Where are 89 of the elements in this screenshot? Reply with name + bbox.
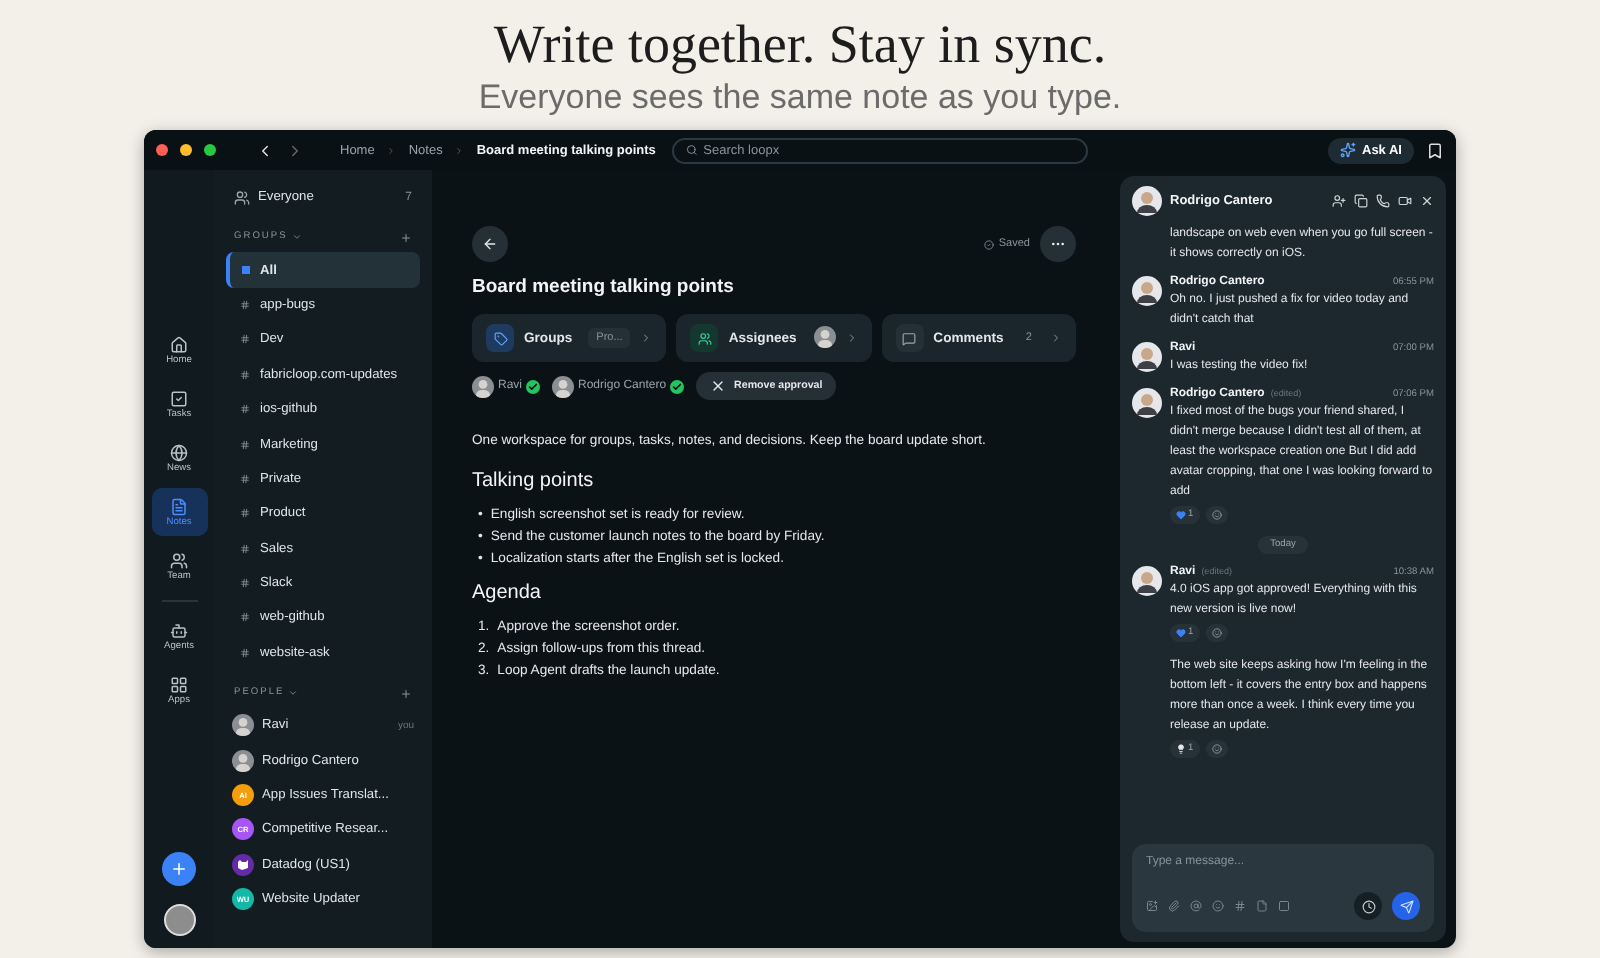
hash-icon <box>240 578 250 589</box>
add-person-icon <box>1332 194 1346 208</box>
hash-icon <box>240 543 250 554</box>
avatar <box>1132 566 1162 596</box>
section-heading: Talking points <box>472 470 596 492</box>
chevron-icon <box>454 145 465 155</box>
add-button[interactable] <box>162 852 196 886</box>
add-reaction-button[interactable] <box>1205 740 1228 758</box>
schedule-button[interactable] <box>1354 892 1382 920</box>
back-icon <box>482 236 498 252</box>
robot-icon <box>170 621 188 639</box>
file-icon <box>1256 900 1268 912</box>
smile-icon <box>1211 510 1222 520</box>
plus-icon <box>400 231 412 244</box>
send-icon <box>1399 899 1413 913</box>
hash-icon <box>240 612 250 623</box>
chevron-icon <box>640 332 653 344</box>
subheadline: Everyone sees the same note as you type. <box>478 78 1122 118</box>
close-icon[interactable] <box>156 144 168 156</box>
check-icon <box>670 379 685 393</box>
close-icon <box>710 378 727 394</box>
paperclip-icon <box>1168 900 1180 912</box>
copy-icon <box>1354 194 1368 208</box>
avatar <box>813 325 836 347</box>
hash-icon <box>240 439 250 450</box>
hash-icon <box>240 473 250 484</box>
add-reaction-button[interactable] <box>1205 624 1228 642</box>
chevron-icon <box>291 232 302 243</box>
avatar <box>552 375 575 397</box>
chevron-icon <box>1049 332 1062 344</box>
hash-icon <box>240 508 250 519</box>
avatar <box>1132 388 1162 418</box>
people-icon <box>697 331 712 345</box>
back-icon <box>256 141 274 159</box>
avatar[interactable] <box>163 904 195 936</box>
note-title: Board meeting talking points <box>472 276 736 298</box>
section-heading: Agenda <box>472 582 543 604</box>
plus-icon <box>170 860 188 878</box>
bookmark-icon <box>1426 141 1444 159</box>
image-icon <box>1146 900 1158 912</box>
avatar <box>1132 186 1162 216</box>
smile-icon <box>1212 900 1224 912</box>
hash-icon <box>240 647 250 658</box>
hash-icon <box>240 404 250 415</box>
back-button[interactable] <box>472 226 508 262</box>
add-reaction-button[interactable] <box>1205 506 1228 524</box>
avatar <box>1132 342 1162 372</box>
checkbox-icon <box>170 389 188 407</box>
heart-icon <box>1176 628 1186 638</box>
sparkle-icon <box>1340 142 1356 158</box>
document-icon <box>170 497 188 515</box>
chevron-icon <box>386 145 397 155</box>
avatar <box>472 375 494 397</box>
grid-icon <box>170 675 188 693</box>
heart-icon <box>1176 510 1186 520</box>
search-icon <box>685 144 698 156</box>
people-icon <box>170 551 188 569</box>
hash-icon <box>240 334 250 345</box>
avatar <box>232 749 254 772</box>
home-icon <box>170 335 188 353</box>
check-circle-icon <box>984 239 995 249</box>
send-button[interactable] <box>1392 892 1420 920</box>
video-icon <box>1398 194 1412 208</box>
lightbulb-icon <box>1176 744 1186 754</box>
headline: Write together. Stay in sync. <box>493 12 1107 76</box>
phone-icon <box>1376 194 1390 208</box>
forward-icon <box>286 141 304 159</box>
people-icon <box>234 189 250 206</box>
hash-icon <box>240 369 250 380</box>
chevron-icon <box>288 688 299 699</box>
avatar <box>1132 276 1162 306</box>
plus-icon <box>400 687 412 700</box>
hash-icon <box>240 299 250 310</box>
globe-icon <box>170 443 188 461</box>
smile-icon <box>1211 744 1222 754</box>
smile-icon <box>1211 628 1222 638</box>
maximize-icon[interactable] <box>204 144 216 156</box>
square-icon <box>241 266 249 275</box>
clock-icon <box>1361 899 1375 913</box>
comment-icon <box>902 331 917 345</box>
avatar <box>232 714 254 737</box>
hash-icon <box>1234 900 1246 912</box>
close-icon <box>1420 194 1434 208</box>
check-icon <box>526 379 541 393</box>
tag-icon <box>493 331 507 345</box>
square-icon <box>1278 900 1290 912</box>
chevron-icon <box>845 332 858 344</box>
at-icon <box>1190 900 1202 912</box>
minimize-icon[interactable] <box>180 144 192 156</box>
